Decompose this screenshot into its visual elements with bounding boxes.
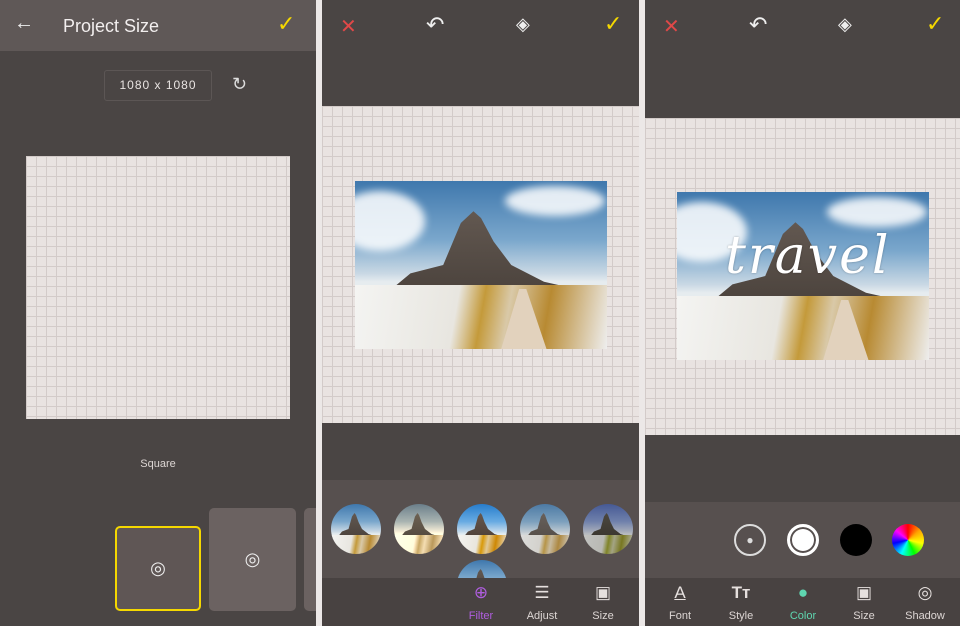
filter-strip <box>322 480 639 610</box>
instagram-icon: ◎ <box>244 549 261 569</box>
layers-icon[interactable]: ◈ <box>838 14 852 35</box>
tool-color[interactable]: ● Color <box>773 582 833 622</box>
confirm-check-icon[interactable]: ✓ <box>926 11 944 37</box>
filter-thumb[interactable] <box>583 504 633 554</box>
size-icon: ▣ <box>855 583 873 602</box>
shadow-icon: ◎ <box>917 583 933 602</box>
instagram-icon: ◎ <box>150 558 166 578</box>
tool-size[interactable]: ▣ Size <box>573 582 633 622</box>
font-icon: A <box>674 583 686 602</box>
filter-thumb[interactable] <box>457 504 507 554</box>
tool-filter[interactable]: ⊕ Filter <box>451 582 511 622</box>
size-input[interactable]: 1080 x 1080 <box>104 70 212 101</box>
text-style-icon: Tт <box>731 583 751 602</box>
confirm-check-icon[interactable]: ✓ <box>277 11 295 37</box>
page-title: Project Size <box>63 16 160 36</box>
rotate-icon[interactable]: ↻ <box>232 74 247 95</box>
tool-adjust[interactable]: ☰ Adjust <box>512 582 572 622</box>
filter-thumb[interactable] <box>331 504 381 554</box>
close-icon[interactable]: ✕ <box>663 14 680 39</box>
palette-icon: ● <box>797 583 809 602</box>
swatch-white[interactable] <box>787 524 819 556</box>
undo-icon[interactable]: ↶ <box>426 12 444 38</box>
text-overlay[interactable]: travel <box>725 226 891 286</box>
color-strip: ● <box>645 502 960 578</box>
filter-thumb[interactable] <box>520 504 570 554</box>
close-icon[interactable]: ✕ <box>340 14 357 39</box>
sliders-icon: ☰ <box>534 583 550 602</box>
tool-font[interactable]: A Font <box>650 582 710 622</box>
mountain-photo[interactable] <box>355 181 607 349</box>
confirm-check-icon[interactable]: ✓ <box>604 11 622 37</box>
tool-shadow[interactable]: ◎ Shadow <box>895 582 955 622</box>
preset-portrait-card[interactable]: ◎ <box>209 508 296 611</box>
canvas-preview <box>26 156 290 419</box>
canvas: travel <box>645 118 960 435</box>
back-arrow-icon[interactable]: ← <box>14 12 34 35</box>
layers-icon[interactable]: ◈ <box>516 14 530 35</box>
swatch-transparent[interactable]: ● <box>734 524 766 556</box>
mountain-photo[interactable]: travel <box>677 192 929 360</box>
text-color-screen: ✕ ↶ ◈ ✓ travel ● A Font Tт Style ● Color ▣ S… <box>645 0 960 626</box>
undo-icon[interactable]: ↶ <box>749 12 767 38</box>
tool-style[interactable]: Tт Style <box>711 582 771 622</box>
header-bar: ← Project Size ✓ <box>0 0 316 51</box>
preset-square-card[interactable]: ◎ <box>115 526 201 611</box>
canvas <box>322 106 639 423</box>
size-icon: ▣ <box>594 583 612 602</box>
preset-label: Square <box>140 458 176 470</box>
swatch-black[interactable] <box>840 524 872 556</box>
filter-thumb[interactable] <box>394 504 444 554</box>
filter-screen: ✕ ↶ ◈ ✓ ⊕ Filter ☰ Adjust ▣ Size <box>322 0 639 626</box>
tool-size[interactable]: ▣ Size <box>834 582 894 622</box>
drop-icon: ● <box>746 533 754 547</box>
project-size-screen: ← Project Size ✓ 1080 x 1080 ↻ Square ◎ … <box>0 0 316 626</box>
swatch-color-wheel[interactable] <box>892 524 924 556</box>
preset-card[interactable] <box>304 508 316 611</box>
filter-icon: ⊕ <box>473 583 489 602</box>
